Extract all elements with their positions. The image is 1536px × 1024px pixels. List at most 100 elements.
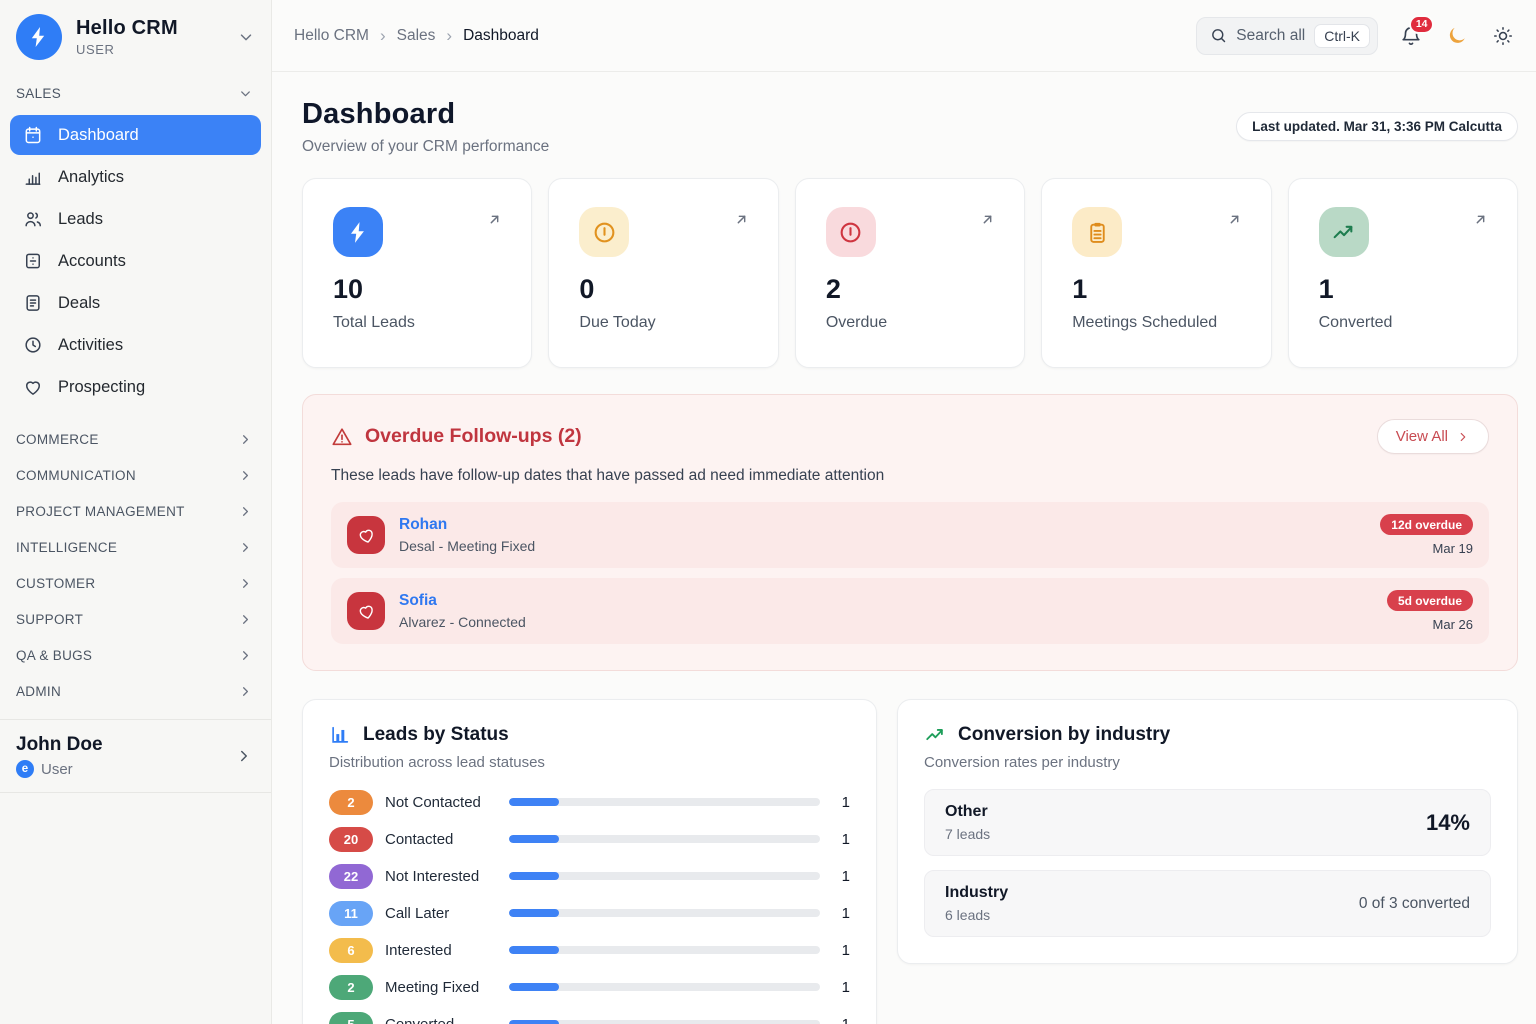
sidebar-group-qa-bugs[interactable]: QA & BUGS: [0, 637, 271, 673]
overdue-badge: 12d overdue: [1380, 514, 1473, 535]
user-avatar: e: [16, 760, 34, 778]
nav-item-icon: [23, 209, 43, 229]
stat-value: 0: [579, 274, 749, 305]
lead-name[interactable]: Sofia: [399, 592, 1373, 610]
stat-card-overdue[interactable]: 2 Overdue: [795, 178, 1025, 368]
sidebar-group-commerce[interactable]: COMMERCE: [0, 421, 271, 457]
progress-fill: [509, 835, 559, 843]
conversion-panel-title: Conversion by industry: [958, 724, 1170, 746]
progress-track: [509, 946, 820, 954]
lead-name[interactable]: Rohan: [399, 516, 1366, 534]
progress-track: [509, 1020, 820, 1024]
sidebar-groups: COMMERCE COMMUNICATION PROJECT MANAGEMEN…: [0, 421, 271, 709]
lead-icon-badge: [347, 516, 385, 554]
breadcrumb: Hello CRM › Sales › Dashboard: [294, 26, 539, 46]
progress-track: [509, 798, 820, 806]
status-row-call-later: 11 Call Later 1: [329, 900, 850, 926]
overdue-badge: 5d overdue: [1387, 590, 1473, 611]
sidebar-group-label: COMMERCE: [16, 432, 99, 447]
status-value: 1: [824, 942, 850, 959]
arrow-up-right-icon[interactable]: [733, 211, 750, 228]
overdue-row-rohan[interactable]: Rohan Desal - Meeting Fixed 12d overdue …: [331, 502, 1489, 568]
trending-up-icon: [924, 724, 946, 746]
lead-detail: Desal - Meeting Fixed: [399, 538, 1366, 554]
chevron-right-icon: [238, 648, 253, 663]
sidebar-item-deals[interactable]: Deals: [10, 283, 261, 323]
nav-item-icon: [23, 335, 43, 355]
sidebar: Hello CRM USER SALES Dashboard Analytics…: [0, 0, 272, 1024]
stat-card-total-leads[interactable]: 10 Total Leads: [302, 178, 532, 368]
progress-track: [509, 835, 820, 843]
sidebar-item-prospecting[interactable]: Prospecting: [10, 367, 261, 407]
breadcrumb-item[interactable]: Hello CRM: [294, 27, 369, 45]
sidebar-group-support[interactable]: SUPPORT: [0, 601, 271, 637]
nav-item-label: Dashboard: [58, 126, 139, 145]
sidebar-group-label: ADMIN: [16, 684, 61, 699]
overdue-subtitle: These leads have follow-up dates that ha…: [331, 467, 1489, 485]
sidebar-section-sales[interactable]: SALES: [0, 72, 271, 109]
sidebar-group-customer[interactable]: CUSTOMER: [0, 565, 271, 601]
sidebar-item-dashboard[interactable]: Dashboard: [10, 115, 261, 155]
dark-mode-toggle[interactable]: [1444, 23, 1470, 49]
arrow-up-right-icon[interactable]: [486, 211, 503, 228]
sidebar-item-leads[interactable]: Leads: [10, 199, 261, 239]
status-count-badge: 22: [329, 864, 373, 889]
arrow-up-right-icon[interactable]: [979, 211, 996, 228]
sidebar-item-activities[interactable]: Activities: [10, 325, 261, 365]
conversion-value: 14%: [1426, 810, 1470, 836]
arrow-up-right-icon[interactable]: [1472, 211, 1489, 228]
arrow-up-right-icon[interactable]: [1226, 211, 1243, 228]
workspace-switcher[interactable]: Hello CRM USER: [0, 0, 271, 72]
stat-value: 1: [1072, 274, 1242, 305]
overdue-row-sofia[interactable]: Sofia Alvarez - Connected 5d overdue Mar…: [331, 578, 1489, 644]
sidebar-nav: Dashboard Analytics Leads Accounts Deals…: [0, 109, 271, 415]
lead-detail: Alvarez - Connected: [399, 614, 1373, 630]
status-label: Not Interested: [385, 868, 507, 885]
sidebar-group-admin[interactable]: ADMIN: [0, 673, 271, 709]
view-all-button[interactable]: View All: [1377, 419, 1489, 454]
stat-icon-badge: [1319, 207, 1369, 257]
sidebar-item-analytics[interactable]: Analytics: [10, 157, 261, 197]
status-count-badge: 5: [329, 1012, 373, 1024]
user-menu[interactable]: John Doe e User: [0, 719, 271, 793]
breadcrumb-current: Dashboard: [463, 27, 539, 45]
sidebar-item-accounts[interactable]: Accounts: [10, 241, 261, 281]
progress-track: [509, 983, 820, 991]
bolt-icon: [27, 25, 51, 49]
app-logo: [16, 14, 62, 60]
nav-item-label: Prospecting: [58, 378, 145, 397]
notifications-button[interactable]: 14: [1398, 23, 1424, 49]
nav-item-label: Accounts: [58, 252, 126, 271]
industry-leads: 6 leads: [945, 907, 1008, 923]
conversion-list: Other 7 leads 14% Industry 6 leads 0 of …: [924, 789, 1491, 937]
moon-icon: [1446, 25, 1468, 47]
status-label: Contacted: [385, 831, 507, 848]
stat-card-converted[interactable]: 1 Converted: [1288, 178, 1518, 368]
chevron-right-icon: [238, 576, 253, 591]
breadcrumb-item[interactable]: Sales: [397, 27, 436, 45]
sidebar-group-communication[interactable]: COMMUNICATION: [0, 457, 271, 493]
status-label: Not Contacted: [385, 794, 507, 811]
chevron-right-icon: [238, 468, 253, 483]
overdue-list: Rohan Desal - Meeting Fixed 12d overdue …: [331, 502, 1489, 644]
sidebar-group-label: QA & BUGS: [16, 648, 92, 663]
search-icon: [1210, 27, 1227, 44]
app-title: Hello CRM: [76, 17, 223, 40]
progress-track: [509, 909, 820, 917]
sidebar-group-project-management[interactable]: PROJECT MANAGEMENT: [0, 493, 271, 529]
status-label: Meeting Fixed: [385, 979, 507, 996]
status-count-badge: 6: [329, 938, 373, 963]
stat-card-meetings-scheduled[interactable]: 1 Meetings Scheduled: [1041, 178, 1271, 368]
sidebar-group-intelligence[interactable]: INTELLIGENCE: [0, 529, 271, 565]
search-input[interactable]: Search all Ctrl-K: [1196, 17, 1378, 55]
status-count-badge: 20: [329, 827, 373, 852]
stat-icon: [1331, 220, 1356, 245]
user-role: User: [41, 761, 73, 778]
chevron-right-icon: [238, 684, 253, 699]
leads-panel-subtitle: Distribution across lead statuses: [329, 754, 850, 771]
chevron-down-icon[interactable]: [237, 28, 255, 46]
chevron-right-icon: [238, 540, 253, 555]
stat-card-due-today[interactable]: 0 Due Today: [548, 178, 778, 368]
leads-panel-title: Leads by Status: [363, 724, 509, 746]
brightness-button[interactable]: [1490, 23, 1516, 49]
